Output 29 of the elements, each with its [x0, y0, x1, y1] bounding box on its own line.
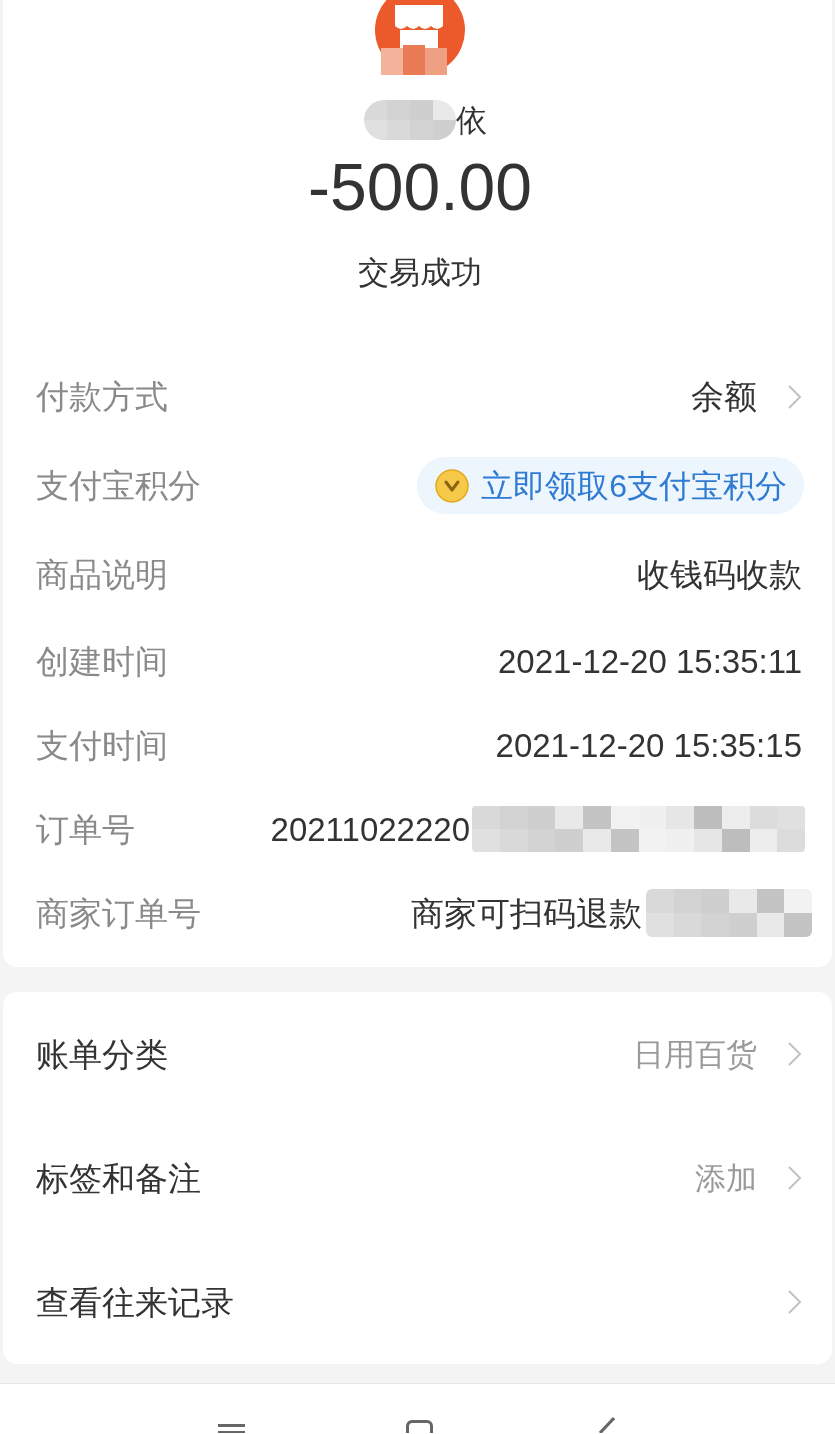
row-label: 支付宝积分 — [36, 469, 201, 502]
row-value: 2021-12-20 15:35:15 — [495, 728, 802, 762]
row-value: 添加 — [695, 1162, 757, 1194]
chevron-right-icon[interactable] — [787, 1289, 802, 1315]
row-label: 标签和备注 — [36, 1161, 201, 1195]
chevron-right-icon[interactable] — [787, 1165, 802, 1191]
row-label: 订单号 — [36, 812, 135, 846]
points-button[interactable]: 立即领取6支付宝积分 — [417, 457, 804, 514]
status-text: 交易成功 — [358, 257, 482, 288]
amount-text: -500.00 — [308, 154, 532, 220]
row-label: 付款方式 — [36, 380, 168, 413]
menu-icon[interactable] — [218, 1424, 245, 1433]
payee-name: 依 — [455, 104, 487, 136]
chevron-right-icon[interactable] — [787, 383, 802, 410]
row-label: 创建时间 — [36, 644, 168, 678]
row-label: 账单分类 — [36, 1037, 168, 1071]
row-value: 余额 — [691, 380, 757, 413]
chevron-right-icon[interactable] — [787, 1041, 802, 1067]
row-label: 商品说明 — [36, 558, 168, 591]
back-icon[interactable] — [599, 1417, 615, 1433]
row-value: 20211022220 — [270, 812, 470, 846]
row-label: 查看往来记录 — [36, 1285, 234, 1319]
row-value: 收钱码收款 — [637, 558, 802, 591]
row-label: 支付时间 — [36, 728, 168, 762]
row-value: 2021-12-20 15:35:11 — [498, 644, 802, 678]
row-value: 商家可扫码退款 — [411, 896, 642, 930]
coin-icon — [435, 468, 470, 503]
row-value: 日用百货 — [633, 1038, 757, 1070]
row-label: 商家订单号 — [36, 896, 201, 930]
